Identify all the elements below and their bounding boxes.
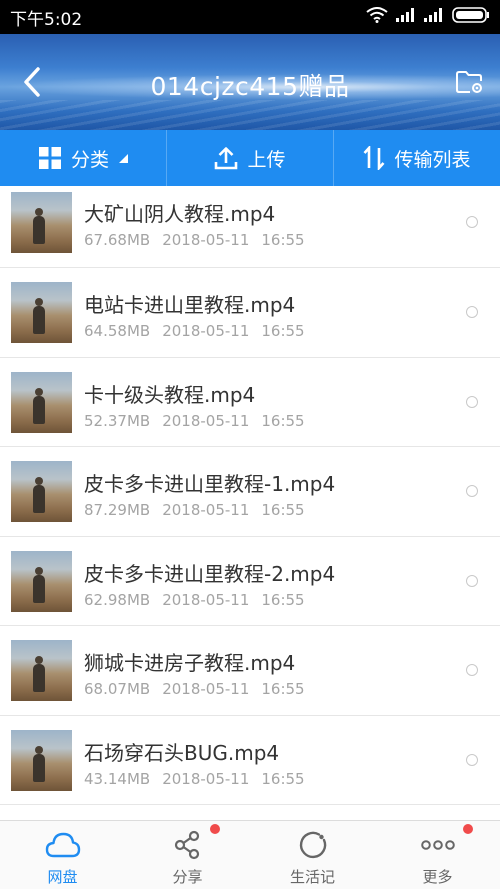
- cloud-icon: [45, 829, 81, 861]
- file-name: 电站卡进山里教程.mp4: [84, 293, 296, 317]
- select-radio[interactable]: [466, 216, 478, 228]
- folder-settings-icon: [456, 71, 482, 93]
- file-row[interactable]: 狮城卡进房子教程.mp4 68.07MB 2018-05-11 16:55: [0, 626, 500, 716]
- file-size: 52.37MB: [84, 411, 151, 430]
- folder-settings-button[interactable]: [452, 64, 488, 100]
- file-time: 16:55: [261, 411, 305, 430]
- file-date: 2018-05-11: [162, 680, 250, 698]
- video-thumbnail: [11, 550, 72, 612]
- wifi-icon: [366, 6, 388, 28]
- select-radio[interactable]: [466, 395, 478, 408]
- file-date: 2018-05-11: [162, 501, 250, 519]
- transfer-list-button[interactable]: 传输列表: [334, 130, 500, 186]
- file-meta: 87.29MB 2018-05-11 16:55: [84, 501, 317, 519]
- video-thumbnail: [11, 640, 72, 701]
- file-name: 石场穿石头BUG.mp4: [84, 740, 280, 765]
- file-meta: 43.14MB 2018-05-11 16:55: [84, 770, 317, 788]
- dropdown-triangle-icon: [119, 154, 128, 163]
- grid-icon: [38, 147, 61, 169]
- upload-icon: [215, 147, 238, 170]
- file-row[interactable]: 大矿山阴人教程.mp4 67.68MB 2018-05-11 16:55: [0, 186, 500, 268]
- file-meta: 68.07MB 2018-05-11 16:55: [84, 680, 317, 698]
- transfer-icon: [364, 146, 385, 170]
- video-thumbnail: [11, 192, 72, 253]
- file-meta: 67.68MB 2018-05-11 16:55: [84, 231, 317, 249]
- select-radio[interactable]: [466, 485, 478, 497]
- file-name: 皮卡多卡进山里教程-2.mp4: [84, 561, 336, 586]
- nav-label: 网盘: [47, 868, 78, 886]
- signal-icon: [424, 7, 444, 27]
- select-radio[interactable]: [466, 664, 478, 676]
- file-size: 62.98MB: [84, 590, 151, 609]
- select-radio[interactable]: [466, 306, 478, 318]
- nav-label: 生活记: [289, 868, 335, 886]
- file-list: 大矿山阴人教程.mp4 67.68MB 2018-05-11 16:55 电站卡进山…: [0, 186, 500, 820]
- notification-badge: [462, 824, 473, 834]
- file-date: 2018-05-11: [162, 411, 250, 430]
- file-meta: 52.37MB 2018-05-11 16:55: [84, 412, 317, 430]
- file-row[interactable]: 卡十级头教程.mp4 52.37MB 2018-05-11 16:55: [0, 358, 500, 447]
- nav-label: 分享: [172, 868, 203, 886]
- nav-item-more[interactable]: 更多: [375, 821, 500, 889]
- video-thumbnail: [11, 282, 72, 343]
- file-size: 68.07MB: [84, 680, 151, 698]
- file-date: 2018-05-11: [162, 322, 250, 340]
- file-name: 卡十级头教程.mp4: [84, 382, 256, 407]
- bottom-nav: 网盘 分享 生活记 更多: [0, 820, 500, 889]
- file-size: 64.58MB: [84, 322, 151, 340]
- file-time: 16:55: [261, 322, 305, 340]
- upload-button[interactable]: 上传: [167, 130, 334, 186]
- file-time: 16:55: [261, 231, 305, 249]
- select-radio[interactable]: [466, 574, 478, 587]
- file-name: 皮卡多卡进山里教程-1.mp4: [84, 472, 336, 496]
- file-meta: 62.98MB 2018-05-11 16:55: [84, 591, 317, 609]
- file-date: 2018-05-11: [162, 231, 250, 249]
- file-row[interactable]: 电站卡进山里教程.mp4 64.58MB 2018-05-11 16:55: [0, 268, 500, 358]
- video-thumbnail: [11, 371, 72, 433]
- nav-label: 更多: [422, 868, 453, 886]
- life-record-icon: [298, 829, 328, 861]
- file-date: 2018-05-11: [162, 769, 250, 788]
- nav-item-netdisk[interactable]: 网盘: [0, 821, 125, 889]
- header-bar: 014cjzc415赠品: [0, 34, 500, 130]
- file-name: 大矿山阴人教程.mp4: [84, 202, 276, 226]
- notification-badge: [210, 824, 220, 834]
- file-time: 16:55: [261, 590, 305, 609]
- file-meta: 64.58MB 2018-05-11 16:55: [84, 322, 317, 340]
- file-row[interactable]: 皮卡多卡进山里教程-2.mp4 62.98MB 2018-05-11 16:55: [0, 537, 500, 626]
- select-radio[interactable]: [466, 753, 478, 766]
- signal-icon: [396, 7, 416, 27]
- category-button[interactable]: 分类: [0, 130, 167, 186]
- file-row[interactable]: 皮卡多卡进山里教程-1.mp4 87.29MB 2018-05-11 16:55: [0, 447, 500, 537]
- status-time: 下午5:02: [10, 9, 83, 30]
- transfer-label: 传输列表: [394, 148, 471, 171]
- file-date: 2018-05-11: [162, 590, 250, 609]
- page-title: 014cjzc415赠品: [150, 72, 350, 101]
- nav-item-life-record[interactable]: 生活记: [250, 821, 375, 889]
- file-time: 16:55: [261, 680, 305, 698]
- video-thumbnail: [11, 461, 72, 522]
- more-icon: [420, 829, 455, 861]
- action-toolbar: 分类 上传 传输列表: [0, 130, 500, 186]
- nav-item-share[interactable]: 分享: [125, 821, 250, 889]
- status-bar: 下午5:02: [0, 0, 500, 34]
- upload-label: 上传: [247, 148, 286, 171]
- file-size: 43.14MB: [84, 769, 151, 788]
- status-icons: [366, 6, 490, 28]
- battery-icon: [452, 6, 490, 28]
- file-time: 16:55: [261, 501, 305, 519]
- video-thumbnail: [11, 729, 72, 791]
- category-label: 分类: [70, 148, 109, 171]
- file-name: 狮城卡进房子教程.mp4: [84, 651, 296, 675]
- file-size: 67.68MB: [84, 231, 151, 249]
- share-icon: [173, 829, 203, 861]
- file-time: 16:55: [261, 769, 305, 788]
- file-row[interactable]: 石场穿石头BUG.mp4 43.14MB 2018-05-11 16:55: [0, 716, 500, 805]
- file-size: 87.29MB: [84, 501, 151, 519]
